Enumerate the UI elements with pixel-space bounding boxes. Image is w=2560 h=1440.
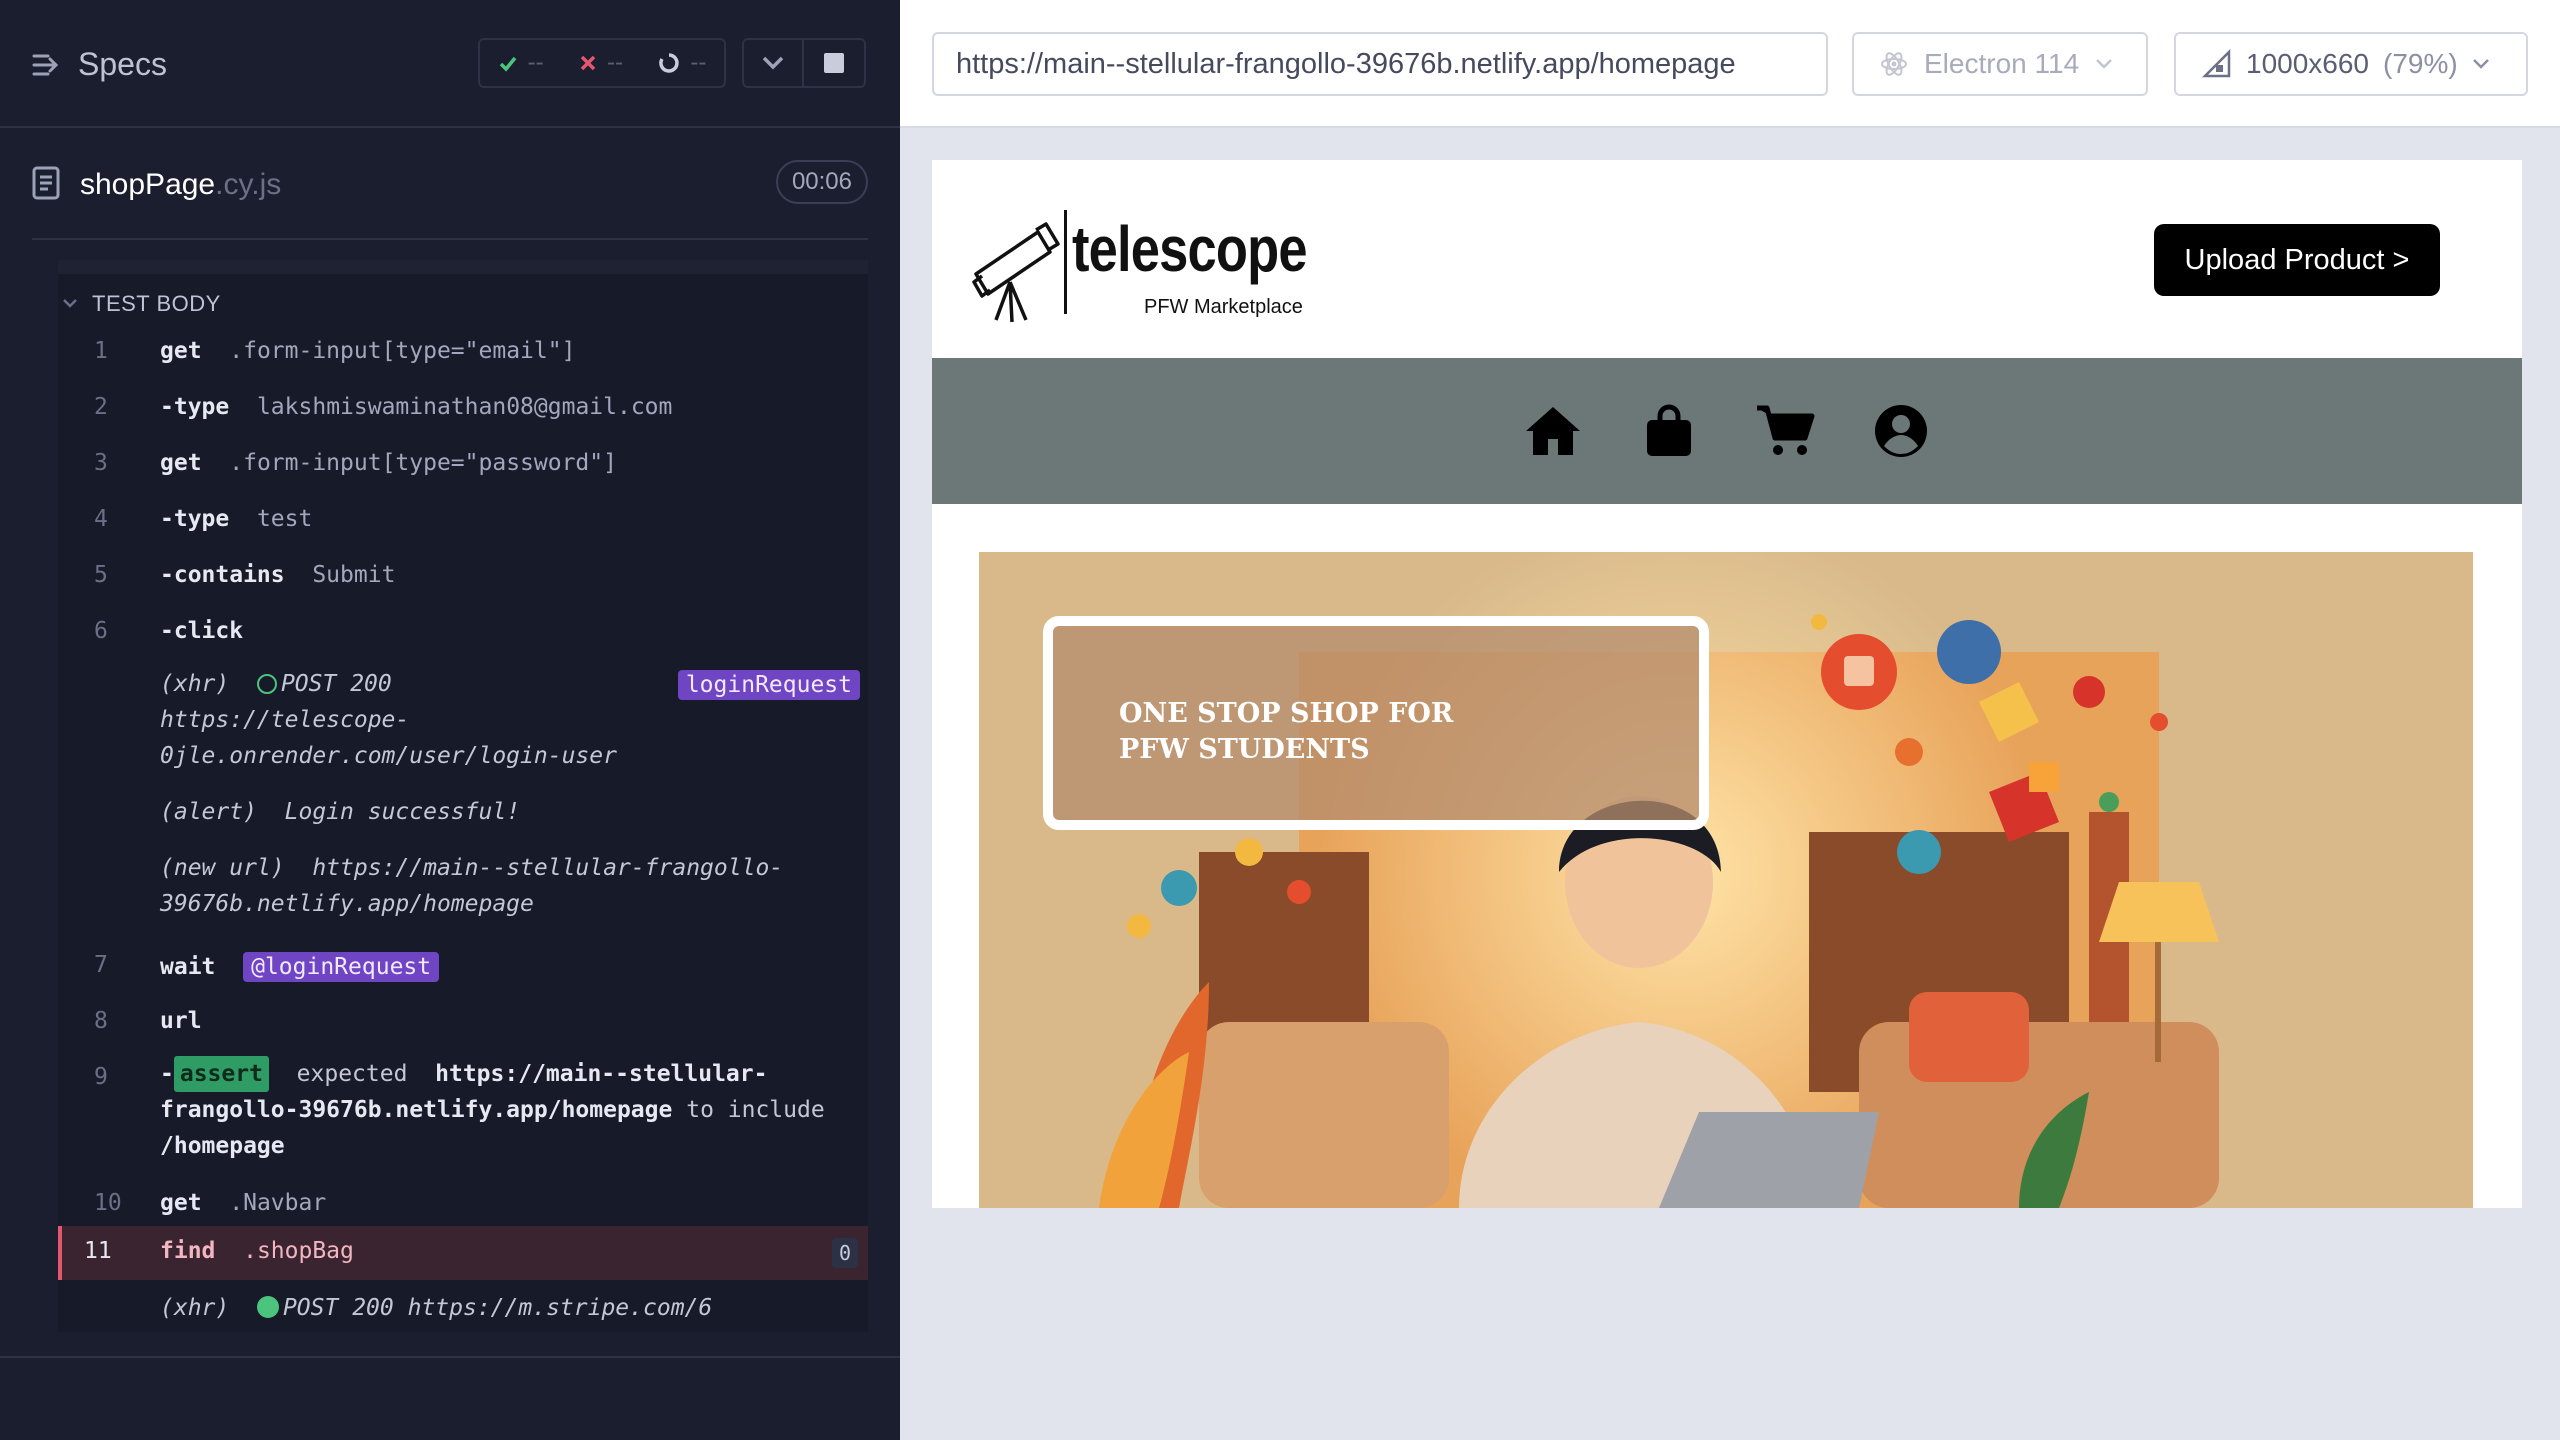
browser-selector[interactable]: Electron 114 [1852, 32, 2148, 96]
account-icon[interactable] [1871, 401, 1931, 461]
chevron-down-icon [762, 56, 784, 70]
xhr-log-row[interactable]: (xhr) POST 200 https://telescope- 0jle.o… [58, 666, 868, 786]
test-stats: -- -- -- [478, 38, 726, 88]
command-row[interactable]: 7 wait @loginRequest [58, 944, 868, 988]
spec-filename: shopPage.cy.js [80, 168, 282, 201]
command-row[interactable]: 1 get .form-input[type="email"] [58, 330, 868, 374]
viewport-selector[interactable]: 1000x660 (79%) [2174, 32, 2528, 96]
specs-nav-button[interactable]: Specs [32, 46, 167, 83]
aut-header: https://main--stellular-frangollo-39676b… [900, 0, 2560, 128]
check-icon [499, 56, 517, 72]
spec-file-row[interactable]: shopPage.cy.js 00:06 [32, 160, 868, 240]
test-body-header[interactable]: TEST BODY [58, 284, 221, 324]
specs-label: Specs [78, 46, 167, 82]
wait-alias-badge: @loginRequest [243, 952, 440, 982]
new-url-log-row[interactable]: (new url) https://main--stellular-frango… [58, 850, 868, 930]
command-list: TEST BODY 1 get .form-input[type="email"… [58, 260, 868, 1332]
command-row-active[interactable]: 11 find .shopBag 0 [58, 1226, 868, 1280]
specs-toolbar: Specs -- -- -- [0, 0, 900, 128]
status-complete-dot [256, 1296, 279, 1318]
logo-wordmark: telescope [1072, 213, 1308, 285]
alias-badge: loginRequest [677, 670, 860, 700]
electron-icon [1881, 52, 1907, 76]
telescope-icon [972, 222, 1060, 323]
command-row[interactable]: 6 -click [58, 610, 868, 654]
status-pending-dot [256, 674, 277, 694]
command-log-panel: Specs -- -- -- shopPage.cy.js 00:06 TEST… [0, 0, 900, 1440]
collapse-all-button[interactable] [742, 38, 804, 88]
ruler-icon [2202, 49, 2231, 78]
shopping-bag-icon[interactable] [1639, 401, 1699, 461]
xhr-log-row[interactable]: (xhr) POST 200 https://m.stripe.com/6 [58, 1290, 868, 1330]
alert-log-row[interactable]: (alert) Login successful! [58, 794, 868, 838]
failed-stat: -- [579, 49, 623, 77]
chevron-down-icon [2472, 59, 2489, 69]
x-icon [580, 55, 596, 71]
app-under-test-frame: telescope PFW Marketplace Upload Product… [932, 160, 2522, 1208]
upload-product-button[interactable]: Upload Product > [2154, 224, 2440, 296]
home-icon[interactable] [1523, 401, 1583, 461]
stop-button[interactable] [804, 38, 866, 88]
site-navbar [932, 358, 2522, 504]
command-row[interactable]: 2 -type lakshmiswaminathan08@gmail.com [58, 386, 868, 430]
hero-banner: ONE STOP SHOP FOR PFW STUDENTS [979, 552, 2473, 1208]
specs-list-icon [32, 54, 59, 75]
command-row[interactable]: 8 url [58, 1000, 868, 1044]
chevron-down-icon [63, 299, 77, 308]
pending-stat: -- [658, 49, 706, 77]
hero-callout-box: ONE STOP SHOP FOR PFW STUDENTS [1043, 616, 1709, 830]
chevron-down-icon [2096, 59, 2113, 69]
run-timer: 00:06 [775, 160, 868, 204]
log-header-strip [58, 260, 868, 274]
document-icon [32, 166, 60, 200]
command-row[interactable]: 4 -type test [58, 498, 868, 542]
command-row[interactable]: 3 get .form-input[type="password"] [58, 442, 868, 486]
assert-command-row[interactable]: 9 - assert expected https://main--stellul… [58, 1056, 868, 1174]
site-header: telescope PFW Marketplace Upload Product… [932, 160, 2522, 358]
element-count-badge: 0 [832, 1238, 858, 1268]
logo-tagline: PFW Marketplace [1144, 296, 1303, 318]
command-row[interactable]: 5 -contains Submit [58, 554, 868, 598]
passed-stat: -- [498, 49, 544, 77]
aut-url-field[interactable]: https://main--stellular-frangollo-39676b… [932, 32, 1828, 96]
assert-badge: assert [173, 1056, 269, 1092]
divider [0, 1356, 900, 1358]
spinner-icon [659, 53, 679, 73]
cart-icon[interactable] [1755, 401, 1815, 461]
hero-headline: ONE STOP SHOP FOR PFW STUDENTS [1119, 698, 1454, 765]
command-row[interactable]: 10 get .Navbar [58, 1182, 868, 1226]
stop-icon [824, 53, 844, 73]
